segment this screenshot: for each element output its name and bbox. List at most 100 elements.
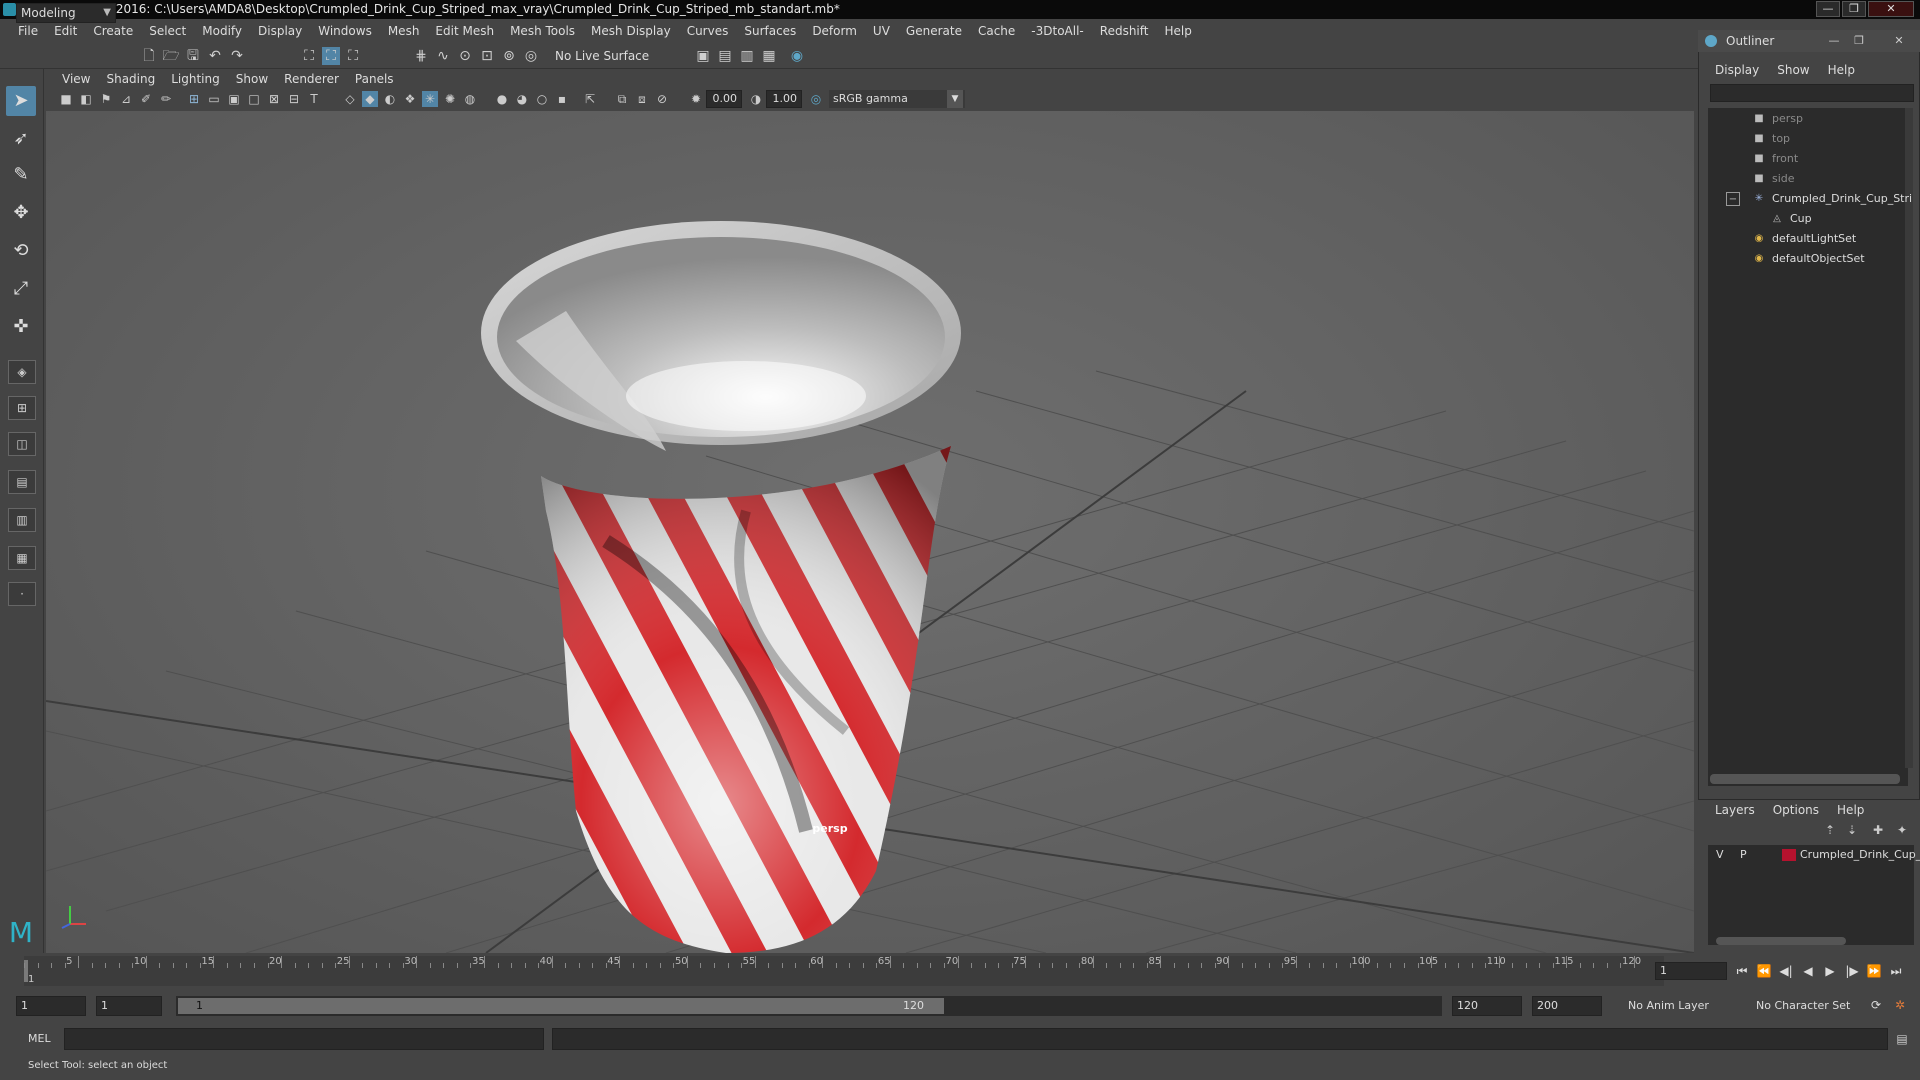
close-button[interactable]: ✕ (1868, 1, 1914, 17)
scale-tool-icon[interactable]: ⤢ (6, 274, 36, 304)
menu-surfaces[interactable]: Surfaces (736, 19, 804, 43)
safe-title-icon[interactable]: T (306, 91, 322, 107)
menu-edit-mesh[interactable]: Edit Mesh (427, 19, 502, 43)
animation-start-field[interactable]: 1 (16, 996, 86, 1016)
layer-visibility-toggle[interactable]: V (1716, 845, 1724, 865)
use-all-lights-icon[interactable]: ✳ (422, 91, 438, 107)
outliner-menu-show[interactable]: Show (1768, 60, 1818, 80)
go-to-start-icon[interactable]: ⏮ (1732, 962, 1752, 980)
menu-set-dropdown[interactable]: Modeling ▼ (16, 3, 116, 23)
textured-icon[interactable]: ❖ (402, 91, 418, 107)
select-component-icon[interactable]: ⛶ (344, 47, 362, 65)
smooth-shade-icon[interactable]: ◆ (362, 91, 378, 107)
outliner-menu-display[interactable]: Display (1706, 60, 1768, 80)
menu-uv[interactable]: UV (865, 19, 898, 43)
outliner-item-group[interactable]: − ✳ Crumpled_Drink_Cup_Stri (1708, 189, 1912, 209)
step-forward-frame-icon[interactable]: ⏩ (1864, 962, 1884, 980)
depth-of-field-icon[interactable]: ○ (534, 91, 550, 107)
shadows-icon[interactable]: ✺ (442, 91, 458, 107)
layers-menu-options[interactable]: Options (1764, 800, 1828, 820)
persp-hypershade-layout-icon[interactable]: ▦ (8, 546, 36, 570)
menu-cache[interactable]: Cache (970, 19, 1023, 43)
outliner-horizontal-scrollbar[interactable] (1710, 774, 1900, 784)
snap-point-icon[interactable]: ⊙ (456, 47, 474, 65)
save-scene-icon[interactable]: 🖫 (184, 47, 202, 65)
panel-menu-show[interactable]: Show (228, 72, 276, 86)
camera-select-icon[interactable]: ■ (58, 91, 74, 107)
exposure-icon[interactable]: ✹ (688, 91, 704, 107)
undo-icon[interactable]: ↶ (206, 47, 224, 65)
select-tool-icon[interactable]: ➤ (6, 86, 36, 116)
safe-action-icon[interactable]: ⊟ (286, 91, 302, 107)
view-transform-dropdown[interactable]: sRGB gamma (829, 90, 965, 108)
color-management-icon[interactable]: ◎ (808, 91, 824, 107)
render-settings-icon[interactable]: ▣ (694, 47, 712, 65)
wireframe-on-shaded-icon[interactable]: ◐ (382, 91, 398, 107)
step-forward-key-icon[interactable]: |▶ (1842, 962, 1862, 980)
snap-live-icon[interactable]: ◎ (522, 47, 540, 65)
exposure-field[interactable]: 0.00 (706, 90, 742, 108)
snap-view-icon[interactable]: ⊡ (478, 47, 496, 65)
animation-prefs-icon[interactable]: ✲ (1890, 996, 1910, 1014)
character-set-dropdown[interactable]: No Character Set (1752, 996, 1868, 1016)
gate-mask-icon[interactable]: □ (246, 91, 262, 107)
menu-curves[interactable]: Curves (679, 19, 737, 43)
menu-generate[interactable]: Generate (898, 19, 970, 43)
live-surface-field[interactable]: No Live Surface (551, 46, 659, 66)
script-editor-icon[interactable]: ▤ (1894, 1031, 1910, 1047)
step-back-key-icon[interactable]: ◀| (1776, 962, 1796, 980)
image-plane-icon[interactable]: ⊿ (118, 91, 134, 107)
xray-components-icon[interactable]: ⧈ (634, 91, 650, 107)
single-pane-layout-icon[interactable]: ◈ (8, 360, 36, 384)
backface-culling-icon[interactable]: ⊘ (654, 91, 670, 107)
menu-mesh-tools[interactable]: Mesh Tools (502, 19, 583, 43)
film-gate-icon[interactable]: ▭ (206, 91, 222, 107)
resolution-gate-icon[interactable]: ▣ (226, 91, 242, 107)
outliner-minimize-button[interactable]: — (1825, 33, 1843, 49)
move-layer-down-icon[interactable]: ⇣ (1844, 822, 1860, 838)
outliner-menu-help[interactable]: Help (1819, 60, 1864, 80)
outliner-item-top[interactable]: ■ top (1708, 129, 1908, 149)
paint-select-tool-icon[interactable]: ✎ (6, 160, 36, 190)
panel-menu-lighting[interactable]: Lighting (163, 72, 228, 86)
menu-select[interactable]: Select (141, 19, 194, 43)
toolbox-options-icon[interactable]: · (8, 582, 36, 606)
open-scene-icon[interactable]: 🗁 (162, 47, 180, 65)
menu-windows[interactable]: Windows (310, 19, 380, 43)
menu-deform[interactable]: Deform (804, 19, 865, 43)
new-scene-icon[interactable]: 🗋 (140, 47, 158, 65)
screen-space-ao-icon[interactable]: ◍ (462, 91, 478, 107)
go-to-end-icon[interactable]: ⏭ (1886, 962, 1906, 980)
new-layer-icon[interactable]: ✚ (1870, 822, 1886, 838)
ipr-render-icon[interactable]: ▥ (738, 47, 756, 65)
render-view-icon[interactable]: ▦ (760, 47, 778, 65)
outliner-item-side[interactable]: ■ side (1708, 169, 1908, 189)
script-language-label[interactable]: MEL (28, 1032, 51, 1045)
anim-layer-dropdown[interactable]: No Anim Layer (1624, 996, 1744, 1016)
outliner-item-defaultobjectset[interactable]: ◉ defaultObjectSet (1708, 249, 1908, 269)
menu-display[interactable]: Display (250, 19, 310, 43)
move-layer-up-icon[interactable]: ⇡ (1822, 822, 1838, 838)
outliner-maximize-button[interactable]: ❐ (1850, 33, 1868, 49)
menu-3dtoall[interactable]: -3DtoAll- (1023, 19, 1091, 43)
outliner-search-input[interactable] (1710, 84, 1914, 102)
xray-joints-icon[interactable]: ⧉ (614, 91, 630, 107)
layer-color-swatch[interactable] (1782, 849, 1796, 861)
gamma-field[interactable]: 1.00 (766, 90, 802, 108)
play-backward-icon[interactable]: ◀ (1798, 962, 1818, 980)
field-chart-icon[interactable]: ⊠ (266, 91, 282, 107)
step-back-frame-icon[interactable]: ⏪ (1754, 962, 1774, 980)
current-frame-field[interactable]: 1 (1655, 962, 1727, 980)
grid-toggle-icon[interactable]: ⊞ (186, 91, 202, 107)
outliner-item-defaultlightset[interactable]: ◉ defaultLightSet (1708, 229, 1908, 249)
grease-pencil-icon[interactable]: ✏ (158, 91, 174, 107)
hypershade-icon[interactable]: ◉ (788, 47, 806, 65)
camera-attributes-icon[interactable]: ◧ (78, 91, 94, 107)
redo-icon[interactable]: ↷ (228, 47, 246, 65)
panel-menu-view[interactable]: View (54, 72, 98, 86)
menu-help[interactable]: Help (1156, 19, 1199, 43)
outliner-item-persp[interactable]: ■ persp (1708, 109, 1908, 129)
layers-menu-layers[interactable]: Layers (1706, 800, 1764, 820)
gamma-icon[interactable]: ◑ (748, 91, 764, 107)
select-hierarchy-icon[interactable]: ⛶ (300, 47, 318, 65)
